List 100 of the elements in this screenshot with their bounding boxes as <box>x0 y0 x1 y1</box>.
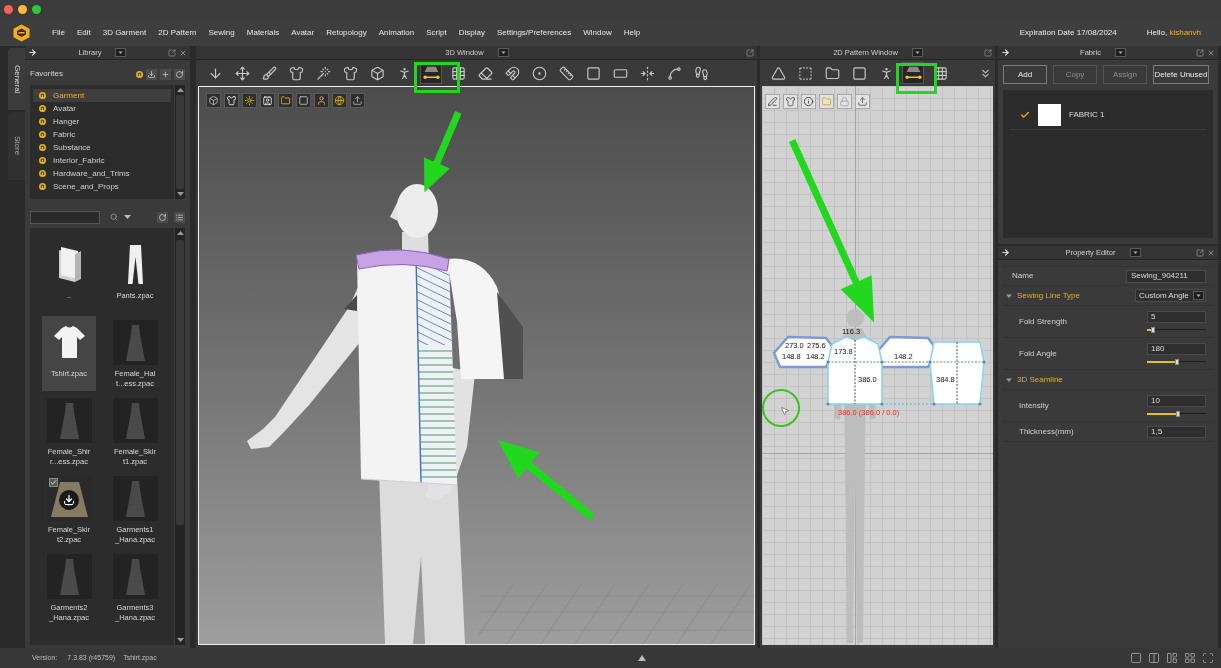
upload-icon[interactable] <box>855 94 870 109</box>
favorite-item[interactable]: Interior_Fabric <box>33 154 171 167</box>
menu-item[interactable]: File <box>52 28 65 37</box>
slider-thumb[interactable] <box>1174 358 1179 365</box>
caret-down-icon[interactable] <box>1006 376 1012 383</box>
menu-item[interactable]: Materials <box>246 28 280 37</box>
menu-item[interactable]: Settings/Preferences <box>496 28 572 37</box>
square-icon[interactable] <box>296 93 311 108</box>
upload-icon[interactable] <box>350 93 365 108</box>
fabric-item[interactable]: FABRIC 1 <box>1010 100 1206 130</box>
dropdown-icon[interactable] <box>115 48 127 57</box>
slider-track[interactable] <box>1147 410 1206 417</box>
float-window-icon[interactable] <box>1196 248 1204 257</box>
dropdown-icon[interactable] <box>911 48 923 57</box>
favorite-item[interactable]: Substance <box>33 141 171 154</box>
checkbox[interactable] <box>48 478 58 487</box>
slider-track[interactable] <box>1147 326 1206 333</box>
add-button[interactable]: Add <box>1003 65 1047 84</box>
side-tab[interactable]: Store <box>8 112 25 180</box>
pen-icon[interactable] <box>765 94 780 109</box>
menu-item[interactable]: Window <box>583 28 612 37</box>
search-icon[interactable] <box>110 213 118 221</box>
favorite-item[interactable]: Hanger <box>33 115 171 128</box>
window-zoom-icon[interactable] <box>32 5 41 14</box>
menu-item[interactable]: Sewing <box>208 28 235 37</box>
list-view-icon[interactable] <box>174 211 185 223</box>
pin-arrow-icon[interactable] <box>28 48 37 57</box>
pin-arrow-icon[interactable] <box>1001 248 1010 257</box>
favorite-item[interactable]: Avatar <box>33 102 171 115</box>
single-view-icon[interactable] <box>1130 652 1142 664</box>
scroll-up-icon[interactable] <box>176 88 184 92</box>
window-close-icon[interactable] <box>4 5 13 14</box>
scroll-down-icon[interactable] <box>176 638 184 642</box>
window-minimize-icon[interactable] <box>18 5 27 14</box>
favorite-item[interactable]: Fabric <box>33 128 171 141</box>
close-icon[interactable] <box>179 48 187 57</box>
scrollbar[interactable] <box>174 85 185 199</box>
add-icon[interactable] <box>160 68 171 80</box>
section-title[interactable]: Sewing Line Type <box>1017 289 1080 302</box>
refresh-icon[interactable] <box>157 211 168 223</box>
fullscreen-icon[interactable] <box>1202 652 1214 664</box>
info-icon[interactable] <box>801 94 816 109</box>
value-field[interactable]: 1,5 <box>1147 425 1206 438</box>
box-icon[interactable] <box>206 93 221 108</box>
split-view-icon[interactable] <box>1148 652 1160 664</box>
menu-item[interactable]: Help <box>623 28 641 37</box>
value-field[interactable]: 5 <box>1147 310 1206 323</box>
menu-item[interactable]: 2D Pattern <box>158 28 197 37</box>
close-icon[interactable] <box>1207 248 1215 257</box>
caret-down-icon[interactable] <box>1006 292 1012 299</box>
menu-item[interactable]: Retopology <box>326 28 367 37</box>
slider-thumb[interactable] <box>1176 410 1181 417</box>
favorite-item[interactable]: Hardware_and_Trims <box>33 167 171 180</box>
side-tab[interactable]: General <box>8 48 25 110</box>
pin-arrow-icon[interactable] <box>1001 48 1010 57</box>
panel-layout-icon[interactable] <box>1166 652 1178 664</box>
section-title[interactable]: 3D Seamline <box>1017 373 1063 386</box>
dropdown-icon[interactable] <box>497 48 509 57</box>
grid-layout-icon[interactable] <box>1184 652 1196 664</box>
caret-up-icon[interactable] <box>638 655 646 661</box>
garment-thumbnail <box>112 554 158 599</box>
menu-item[interactable]: Avatar <box>291 28 315 37</box>
float-window-icon[interactable] <box>1196 48 1204 57</box>
float-window-icon[interactable] <box>746 48 754 57</box>
menu-item[interactable]: Edit <box>76 28 91 37</box>
slider-thumb[interactable] <box>1150 326 1155 333</box>
globe-icon[interactable] <box>332 93 347 108</box>
close-icon[interactable] <box>1207 48 1215 57</box>
favorite-item[interactable]: Scene_and_Props <box>33 180 171 193</box>
line-type-dropdown[interactable]: Custom Angle <box>1135 289 1206 302</box>
search-field[interactable] <box>30 210 100 224</box>
shirt-icon[interactable] <box>224 93 239 108</box>
name-field[interactable]: Sewing_904211 <box>1126 269 1206 283</box>
slider-track[interactable] <box>1147 358 1206 365</box>
menu-item[interactable]: Script <box>426 28 447 37</box>
scroll-down-icon[interactable] <box>176 192 184 196</box>
user-icon[interactable] <box>314 93 329 108</box>
value-field[interactable]: 180 <box>1147 342 1206 355</box>
dropdown-icon[interactable] <box>1193 291 1204 300</box>
menu-item[interactable]: Display <box>458 28 485 37</box>
float-window-icon[interactable] <box>984 48 992 57</box>
scrollbar[interactable] <box>174 228 185 645</box>
caret-down-icon[interactable] <box>124 215 131 219</box>
refresh-icon[interactable] <box>174 68 185 80</box>
favorite-icon <box>39 157 46 164</box>
float-window-icon[interactable] <box>168 48 176 57</box>
sun-icon[interactable] <box>242 93 257 108</box>
app-logo-icon[interactable] <box>13 23 30 42</box>
favorite-item[interactable]: Garment <box>33 89 171 102</box>
garment-thumbnail <box>46 398 92 443</box>
dropdown-icon[interactable] <box>1114 48 1126 57</box>
menu-item[interactable]: 3D Garment <box>102 28 147 37</box>
scroll-up-icon[interactable] <box>176 231 184 235</box>
shirt-icon[interactable] <box>783 94 798 109</box>
dropdown-icon[interactable] <box>1129 248 1141 257</box>
contact-card-icon[interactable] <box>260 93 275 108</box>
folder-icon[interactable] <box>278 93 293 108</box>
menu-item[interactable]: Animation <box>378 28 415 37</box>
value-field[interactable]: 10 <box>1147 394 1206 407</box>
delete-unused-button[interactable]: Delete Unused <box>1153 65 1209 84</box>
